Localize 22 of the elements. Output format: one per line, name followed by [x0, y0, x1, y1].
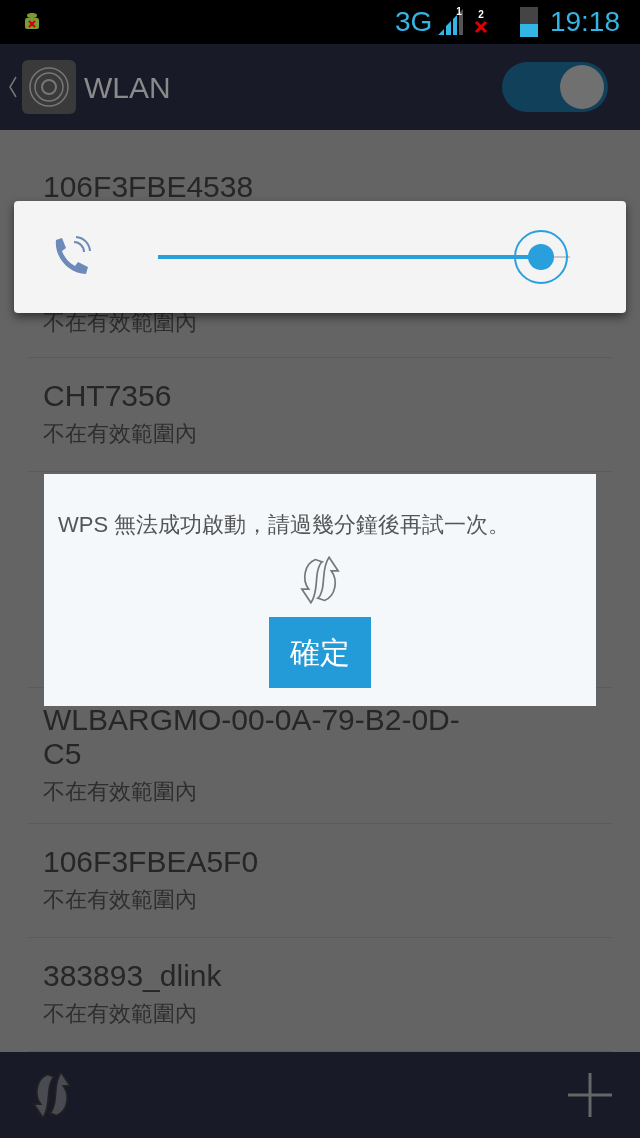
- network-name[interactable]: 106F3FBEA5F0: [43, 845, 483, 879]
- add-network-button[interactable]: [568, 1073, 612, 1117]
- network-name[interactable]: CHT7356: [43, 379, 483, 413]
- sim-label: 1: [456, 5, 462, 19]
- plus-icon: [568, 1073, 612, 1117]
- wifi-switch[interactable]: [502, 62, 608, 112]
- back-icon: [8, 75, 18, 99]
- signal-icon: [436, 9, 465, 35]
- network-name[interactable]: WLBARGMO-00-0A-79-B2-0D-C5: [43, 703, 483, 771]
- screen-title: WLAN: [84, 69, 171, 106]
- back-app-button[interactable]: [8, 60, 76, 114]
- confirm-button[interactable]: 確定: [269, 617, 371, 688]
- volume-slider[interactable]: [158, 229, 570, 285]
- battery-icon: [519, 7, 538, 37]
- network-type: 3G: [395, 8, 433, 36]
- clock: 19:18: [549, 8, 620, 36]
- dialog-message: WPS 無法成功啟動，請過幾分鐘後再試一次。: [57, 511, 511, 539]
- network-name[interactable]: 383893_dlink: [43, 959, 483, 993]
- network-name[interactable]: 106F3FBE4538: [43, 169, 483, 204]
- sim-label: 2: [478, 10, 484, 20]
- settings-app-icon: [22, 60, 76, 114]
- no-signal-icon: [473, 20, 488, 34]
